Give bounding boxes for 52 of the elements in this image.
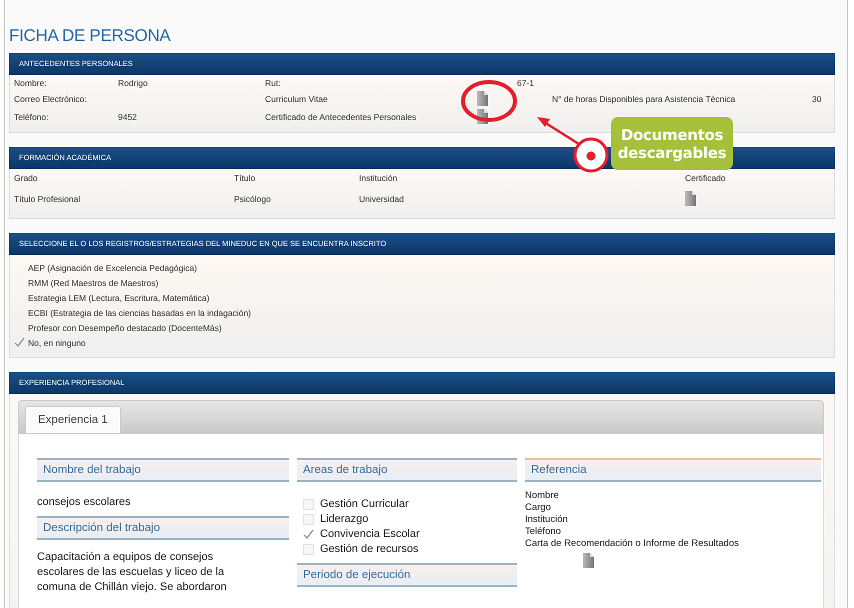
reference-field-label: Carta de Recomendación o Informe de Resultados bbox=[525, 538, 740, 550]
highlight-circle bbox=[461, 80, 517, 122]
option-label[interactable]: AEP (Asignación de Excelencia Pedagógica) bbox=[28, 262, 198, 272]
checkbox[interactable] bbox=[303, 544, 314, 554]
field-label: Nombre: bbox=[14, 78, 47, 88]
reference-field-label: Nombre bbox=[525, 490, 560, 502]
option-label[interactable]: ECBI (Estrategia de las ciencias basadas en la indagación) bbox=[28, 308, 252, 318]
panel-heading: Descripción del trabajo bbox=[37, 516, 289, 540]
option-label[interactable]: No, en ninguno bbox=[28, 338, 86, 348]
job-description: Capacitación a equipos de consejos escolares de las escuelas y liceo de la comuna de Chillán viejo. Se abordaron bbox=[37, 550, 228, 595]
checkbox[interactable] bbox=[303, 498, 314, 510]
column-header: Título bbox=[234, 173, 256, 183]
field-value: 30 bbox=[812, 94, 822, 104]
column-header: Grado bbox=[14, 173, 38, 183]
checkmark-icon[interactable] bbox=[303, 528, 314, 540]
reference-field-label: Institución bbox=[525, 514, 569, 526]
field-label: Certificado de Antecedentes Personales bbox=[265, 112, 416, 122]
field-value: 9452 bbox=[118, 112, 137, 122]
field-label: N° de horas Disponibles para Asistencia Técnica bbox=[552, 94, 736, 104]
field-value: 67-1 bbox=[517, 78, 534, 88]
area-option-label[interactable]: Gestión de recursos bbox=[320, 543, 418, 555]
option-label[interactable]: Estrategia LEM (Lectura, Escritura, Matemática) bbox=[28, 292, 210, 302]
job-name-text: consejos escolares bbox=[37, 496, 132, 508]
panel-heading: Referencia bbox=[525, 458, 821, 482]
callout-label: Documentos descargables bbox=[611, 117, 733, 170]
panel-heading: Periodo de ejecución bbox=[297, 563, 517, 587]
field-value: Universidad bbox=[359, 194, 404, 204]
field-label: Teléfono: bbox=[14, 112, 48, 122]
field-label: Correo Electrónico: bbox=[14, 94, 87, 104]
reference-field-label: Cargo bbox=[525, 502, 552, 514]
checkmark-icon[interactable] bbox=[14, 337, 25, 348]
area-option-label[interactable]: Liderazgo bbox=[320, 513, 368, 525]
field-value: Rodrigo bbox=[118, 78, 148, 88]
area-option-label[interactable]: Convivencia Escolar bbox=[320, 528, 420, 540]
option-label[interactable]: RMM (Red Maestros de Maestros) bbox=[28, 278, 158, 288]
area-option-label[interactable]: Gestión Curricular bbox=[320, 498, 409, 510]
field-label: Curriculum Vitae bbox=[265, 94, 328, 104]
reference-field-label: Teléfono bbox=[525, 526, 562, 538]
column-header: Institución bbox=[359, 173, 398, 183]
option-label[interactable]: Profesor con Desempeño destacado (DocenteMás) bbox=[28, 322, 222, 332]
document-icon[interactable] bbox=[477, 91, 488, 106]
checkbox[interactable] bbox=[303, 514, 314, 524]
field-label: Rut: bbox=[265, 78, 281, 88]
document-icon[interactable] bbox=[685, 191, 696, 206]
field-value: Título Profesional bbox=[14, 194, 80, 204]
page-title: FICHA DE PERSONA bbox=[9, 26, 172, 46]
column-header: Certificado bbox=[685, 173, 726, 183]
field-value: Psicólogo bbox=[234, 194, 271, 204]
panel-heading: Nombre del trabajo bbox=[37, 458, 289, 482]
document-icon[interactable] bbox=[583, 553, 594, 568]
tab[interactable]: Experiencia 1 bbox=[25, 406, 121, 433]
panel-heading: Areas de trabajo bbox=[297, 458, 517, 482]
